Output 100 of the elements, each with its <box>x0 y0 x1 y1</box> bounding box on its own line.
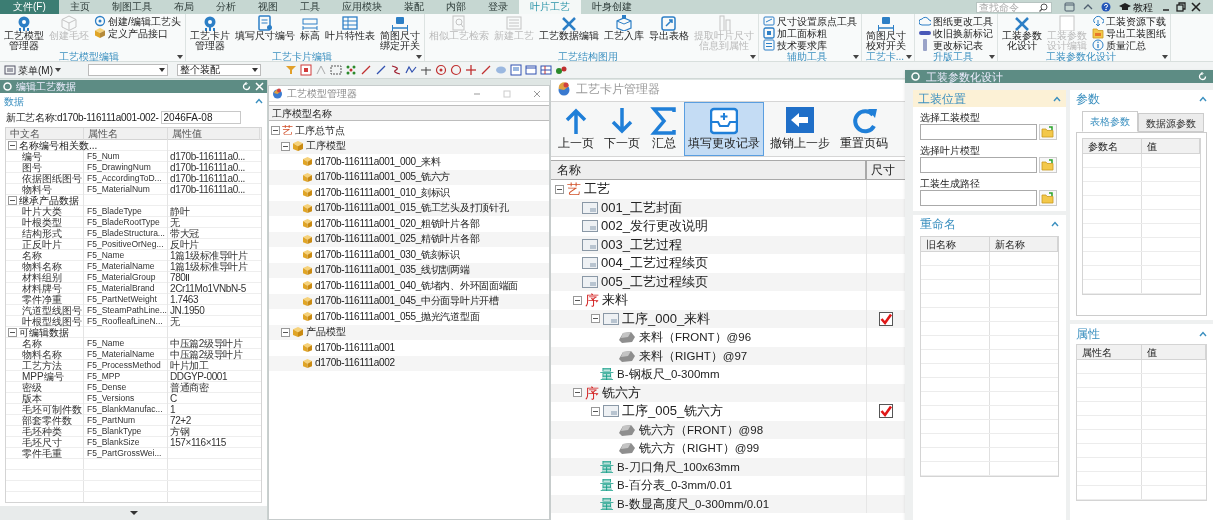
ribbon-button[interactable]: 收旧换新标记 <box>919 27 994 39</box>
help-icon[interactable] <box>1101 2 1111 12</box>
tree-item[interactable]: 铣六方（RIGHT）@99 <box>639 440 760 457</box>
column-header[interactable]: 新名称 <box>989 237 1058 252</box>
tree-item[interactable]: 工艺 <box>584 181 610 198</box>
tree-item[interactable]: d170b-116111a001_000_来料 <box>315 155 441 168</box>
ribbon-button[interactable]: 工艺卡片 管理器 <box>187 14 232 51</box>
dropdown-icon[interactable] <box>176 53 183 60</box>
column-header[interactable]: 属性值 <box>168 128 260 140</box>
column-header[interactable]: 工序模型名称 <box>269 105 549 121</box>
tree-item[interactable]: 来料（FRONT）@96 <box>639 329 752 346</box>
collapse-icon[interactable] <box>573 388 582 398</box>
assembly-dropdown[interactable]: 整个装配 <box>177 64 261 76</box>
menu-tab[interactable]: 布局 <box>162 0 205 14</box>
collapse-icon[interactable] <box>8 328 17 337</box>
input-field[interactable] <box>920 190 1037 206</box>
ribbon-button[interactable]: 导出工装图纸 <box>1092 27 1167 39</box>
collapse-icon[interactable] <box>8 141 17 150</box>
ribbon-button[interactable]: 简图尺寸 绑定开关 <box>377 14 422 51</box>
refresh-icon[interactable] <box>242 82 251 91</box>
column-header[interactable]: 旧名称 <box>921 237 990 252</box>
line-icon[interactable] <box>480 64 492 76</box>
window-icon[interactable] <box>525 64 537 76</box>
restore-icon[interactable] <box>1176 2 1186 12</box>
menu-tab[interactable]: 装配 <box>392 0 435 14</box>
tree-item[interactable]: B-百分表_0-3mm/0.01 <box>617 477 733 494</box>
column-header[interactable]: 属性名 <box>1077 345 1142 360</box>
column-header[interactable]: 参数名 <box>1083 139 1142 154</box>
close-icon[interactable] <box>1191 2 1201 12</box>
input-field[interactable] <box>920 124 1037 140</box>
tree-item[interactable]: d170b-116111a001 <box>315 341 395 354</box>
dropdown-icon[interactable] <box>989 53 996 60</box>
search-field[interactable]: 查找命令 <box>976 1 1052 13</box>
ribbon-button[interactable]: 加工面标粗 <box>762 27 857 39</box>
line-icon[interactable] <box>360 64 372 76</box>
column-header[interactable]: 属性名 <box>84 128 168 140</box>
menu-tab[interactable]: 应用模块 <box>330 0 393 14</box>
ribbon-button[interactable]: 叶片特性表 <box>322 14 377 41</box>
dropdown-icon[interactable] <box>852 53 859 60</box>
ribbon-button[interactable]: 工艺入库 <box>601 14 646 41</box>
toolbar-button[interactable]: 撤销上一步 <box>766 102 834 156</box>
tab[interactable]: 表格参数 <box>1082 111 1138 132</box>
ribbon-button[interactable]: 定义产品接口 <box>94 27 181 39</box>
dropdown-icon[interactable] <box>749 53 756 60</box>
curve-icon[interactable] <box>390 64 402 76</box>
collapse-icon[interactable] <box>555 184 564 194</box>
menu-button[interactable]: 菜单(M) <box>4 62 65 78</box>
ribbon-button[interactable]: 更改标记表 <box>919 39 994 51</box>
ribbon-button[interactable]: 质量汇总 <box>1092 39 1167 51</box>
dropdown-icon[interactable] <box>415 53 422 60</box>
menu-tab[interactable]: 叶身创建 <box>580 0 643 14</box>
line-icon[interactable] <box>375 64 387 76</box>
polyline-icon[interactable] <box>405 64 417 76</box>
tree-item[interactable]: 工序模型 <box>306 140 346 153</box>
toolbar-button[interactable]: 重置页码 <box>836 102 892 156</box>
chevron-up-icon[interactable] <box>1199 331 1207 337</box>
collapse-icon[interactable] <box>591 406 600 416</box>
menu-tab[interactable]: 文件(F) <box>0 0 59 14</box>
tree-item[interactable]: 工序_005_铣六方 <box>622 403 724 420</box>
dropdown-icon[interactable] <box>906 53 913 60</box>
tree-item[interactable]: d170b-116111a001_020_粗铣叶片各部 <box>315 217 480 230</box>
ribbon-button[interactable]: 标高 <box>297 14 322 41</box>
menu-tab[interactable]: 分析 <box>204 0 247 14</box>
toolbar-button[interactable]: 下一页 <box>600 102 644 156</box>
menu-tab[interactable]: 工具 <box>288 0 331 14</box>
toolbar-button[interactable]: 汇总 <box>646 102 682 156</box>
ribbon-button[interactable]: 工装资源下载 <box>1092 15 1167 27</box>
group-label[interactable]: 继承产品数据 <box>19 195 79 206</box>
intersection-icon[interactable] <box>420 64 432 76</box>
group-label[interactable]: 可编辑数据 <box>19 327 69 338</box>
tree-item[interactable]: B-钢板尺_0-300mm <box>617 366 720 383</box>
group-label[interactable]: 名称编号相关数... <box>19 140 98 151</box>
tree-item[interactable]: d170b-116111a001_010_刻标识 <box>315 186 451 199</box>
ribbon-button[interactable]: 简图尺寸 校对开关 <box>863 14 908 51</box>
menu-tab[interactable]: 登录 <box>476 0 519 14</box>
ribbon-button[interactable]: 创建/编辑工艺头 <box>94 15 181 27</box>
column-header[interactable]: 值 <box>1141 345 1206 360</box>
tree-item[interactable]: 产品模型 <box>306 326 346 339</box>
chevron-up-icon[interactable] <box>1053 95 1061 102</box>
ribbon-button[interactable]: 尺寸设置原点工具 <box>762 15 857 27</box>
tree-item[interactable]: d170b-116111a001_055_抛光汽道型面 <box>315 310 480 323</box>
window-icon[interactable] <box>1064 2 1075 12</box>
tree-item[interactable]: B-数显高度尺_0-300mm/0.01 <box>617 495 770 512</box>
tree-item[interactable]: d170b-116111a001_040_铣堵内、外环固面端面 <box>315 279 519 292</box>
tree-item[interactable]: 002_发行更改说明 <box>601 218 708 235</box>
collapse-icon[interactable] <box>281 327 290 337</box>
tree-item[interactable]: 004_工艺过程续页 <box>601 255 708 272</box>
checkbox[interactable] <box>879 311 893 326</box>
ribbon-button[interactable]: 工艺数据编辑 <box>536 14 601 41</box>
collapse-icon[interactable] <box>8 196 17 205</box>
expand-down-icon[interactable] <box>129 510 138 516</box>
points-icon[interactable] <box>345 64 357 76</box>
ribbon-button[interactable]: 工艺模型 管理器 <box>2 14 46 51</box>
chevron-up-icon[interactable] <box>255 98 263 104</box>
collapse-icon[interactable] <box>591 314 600 324</box>
collapse-icon[interactable] <box>573 295 582 305</box>
menu-tab[interactable]: 视图 <box>246 0 289 14</box>
tree-item[interactable]: B-刀口角尺_100x63mm <box>617 458 740 475</box>
window-icon[interactable] <box>510 64 522 76</box>
menu-tab[interactable]: 制图工具 <box>100 0 163 14</box>
